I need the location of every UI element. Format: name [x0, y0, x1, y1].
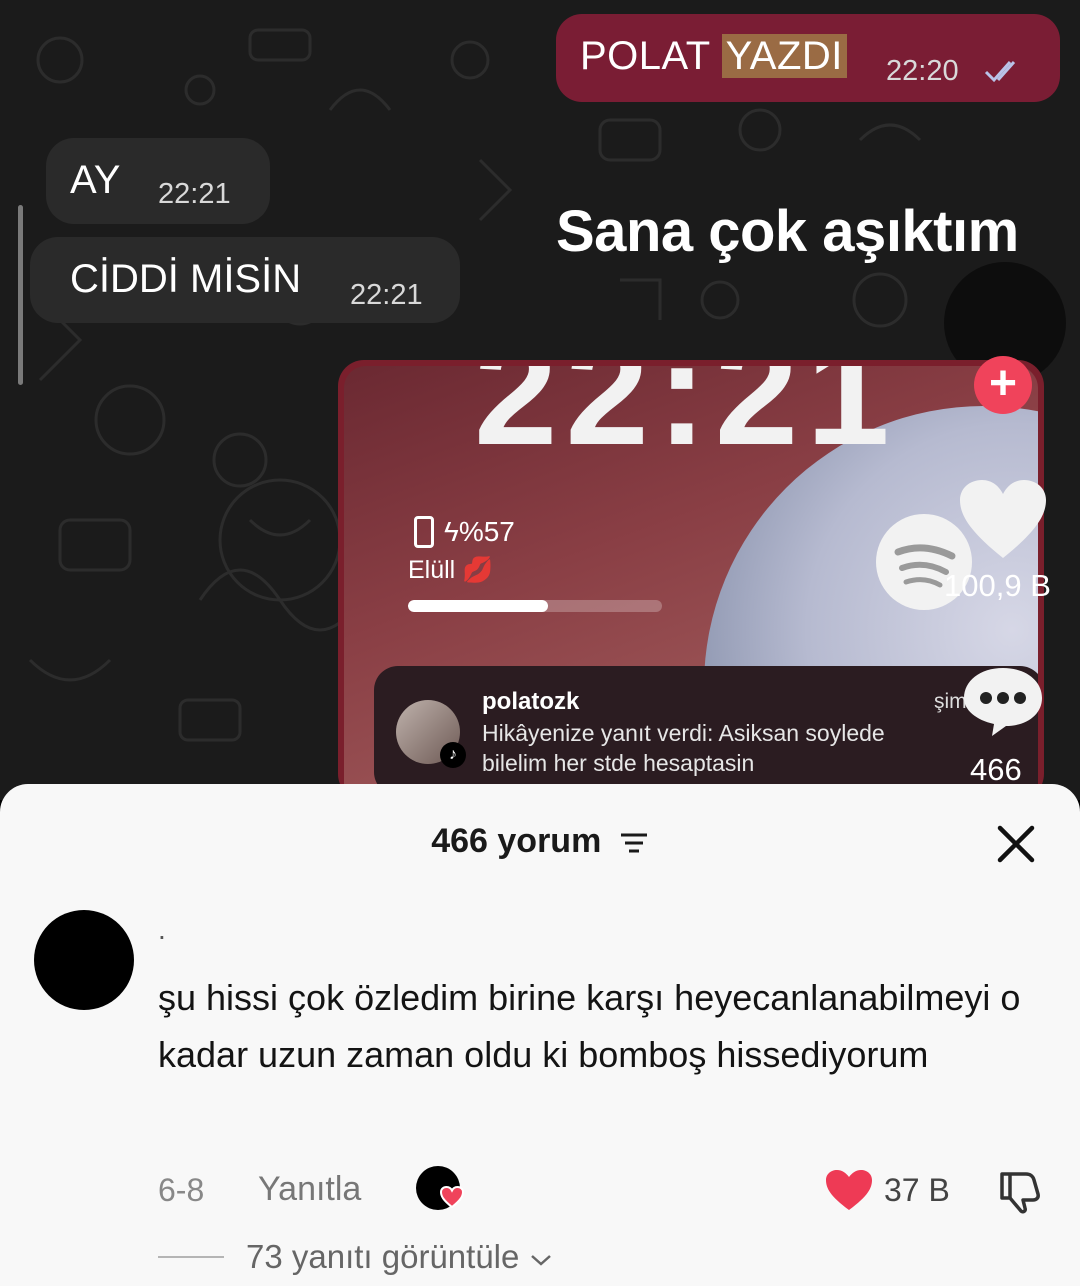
message-time: 22:20: [886, 55, 959, 87]
outgoing-message-text: POLAT YAZDI: [580, 34, 847, 79]
message-time: 22:21: [158, 178, 231, 210]
song-progress-fill: [408, 600, 548, 612]
follow-plus-icon[interactable]: +: [974, 356, 1032, 414]
reply-button[interactable]: Yanıtla: [258, 1170, 361, 1209]
incoming-message-bubble[interactable]: CİDDİ MİSİN 22:21: [30, 237, 460, 323]
highlighted-word: YAZDI: [721, 34, 847, 78]
lockscreen-clock: 22:21: [474, 366, 898, 476]
replies-divider: [158, 1256, 224, 1258]
comments-sheet: 466 yorum . şu hissi çok özledim birine …: [0, 784, 1080, 1286]
song-progress-bar[interactable]: [408, 600, 662, 612]
heart-icon: [440, 1186, 464, 1208]
heart-icon[interactable]: [958, 478, 1048, 562]
dislike-icon[interactable]: [996, 1168, 1042, 1214]
song-title: Elüll 💋: [408, 556, 494, 584]
screen: POLAT YAZDI 22:20 AY 22:21 CİDDİ MİSİN 2…: [0, 0, 1080, 1286]
battery-level: ϟ%57: [444, 516, 515, 547]
sort-icon[interactable]: [619, 831, 649, 855]
view-replies-label: 73 yanıtı görüntüle: [246, 1238, 520, 1275]
notification-message: Hikâyenize yanıt verdi: Asiksan soylede …: [482, 720, 885, 776]
likes-count: 100,9 B: [944, 568, 1051, 603]
chevron-down-icon: [530, 1255, 551, 1266]
like-heart-icon[interactable]: [824, 1168, 874, 1212]
comments-header: 466 yorum: [0, 822, 1080, 861]
battery-icon: [414, 516, 434, 548]
message-time: 22:21: [350, 279, 423, 311]
notification-username: polatozk: [482, 688, 580, 715]
battery-status: ϟ%57: [414, 516, 515, 548]
view-replies-button[interactable]: 73 yanıtı görüntüle: [246, 1238, 553, 1276]
story-reply-notification[interactable]: ♪ polatozk Hikâyenize yanıt verdi: Asiks…: [374, 666, 1038, 796]
comment-dots-icon[interactable]: [962, 664, 1044, 738]
comment-date: 6-8: [158, 1172, 205, 1208]
close-icon[interactable]: [992, 820, 1040, 868]
commenter-avatar[interactable]: [34, 910, 134, 1010]
commenter-username[interactable]: .: [158, 914, 166, 946]
comments-count: 466: [970, 752, 1022, 787]
creator-liked-badge: [416, 1166, 464, 1210]
incoming-message-text: AY: [70, 158, 121, 202]
outgoing-message-bubble[interactable]: POLAT YAZDI 22:20: [556, 14, 1060, 102]
video-caption: Sana çok aşıktım: [556, 199, 1019, 264]
incoming-message-bubble[interactable]: AY 22:21: [46, 138, 270, 224]
message-word: POLAT: [580, 34, 710, 78]
read-ticks-icon: [984, 61, 1016, 83]
tiktok-icon: ♪: [440, 742, 466, 768]
comment-likes-count: 37 B: [884, 1172, 950, 1208]
comments-title: 466 yorum: [431, 822, 602, 860]
comment-text: şu hissi çok özledim birine karşı heyeca…: [158, 977, 1021, 1075]
incoming-message-text: CİDDİ MİSİN: [70, 257, 302, 301]
chat-scrollbar[interactable]: [18, 205, 23, 385]
